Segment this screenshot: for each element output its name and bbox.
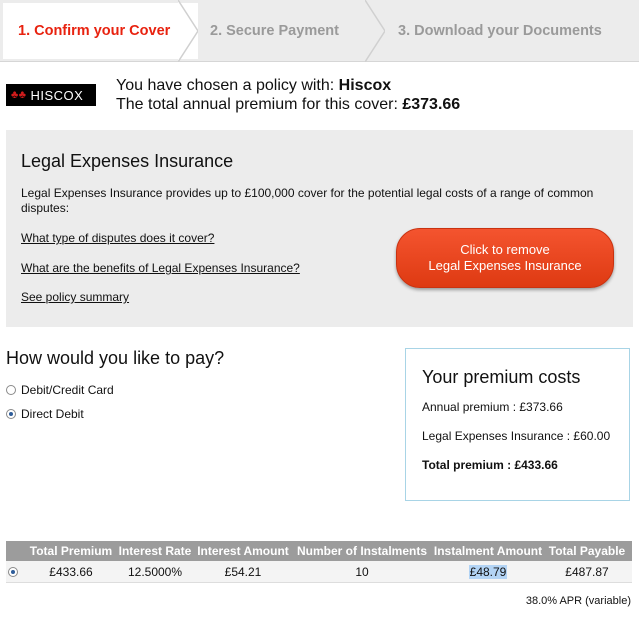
table-row[interactable]: £433.66 12.5000% £54.21 10 £48.79 £487.8… — [6, 561, 632, 583]
col-total-premium: Total Premium — [29, 544, 113, 558]
chosen-provider-line: You have chosen a policy with: Hiscox — [116, 76, 460, 95]
premium-costs-box: Your premium costs Annual premium : £373… — [405, 348, 630, 501]
legal-expenses-title: Legal Expenses Insurance — [21, 151, 234, 171]
row-select-cell[interactable] — [6, 561, 20, 582]
disputes-covered-link[interactable]: What type of disputes does it cover? — [21, 231, 214, 245]
debit-credit-card-radio[interactable] — [6, 385, 16, 395]
col-number-instalments: Number of Instalments — [296, 544, 428, 558]
remove-button-line1: Click to remove — [460, 242, 550, 257]
col-total-payable: Total Payable — [548, 544, 626, 558]
remove-button-line2: Legal Expenses Insurance — [428, 258, 582, 273]
policy-summary-link[interactable]: See policy summary — [21, 290, 129, 304]
cell-interest-amount: £54.21 — [224, 564, 262, 579]
provider-name: Hiscox — [338, 77, 392, 94]
chevron-right-icon — [178, 0, 198, 62]
premium-prefix: The total annual premium for this cover: — [116, 96, 403, 113]
cell-total-premium: £433.66 — [49, 564, 93, 579]
step-download-documents: 3. Download your Documents — [398, 0, 602, 62]
instalment-table: Total Premium Interest Rate Interest Amo… — [6, 541, 632, 583]
chevron-right-icon — [365, 0, 385, 62]
col-interest-rate: Interest Rate — [118, 544, 192, 558]
total-premium-cost: Total premium : £433.66 — [422, 458, 558, 472]
step-3-label: 3. Download your Documents — [398, 23, 602, 39]
col-instalment-amount: Instalment Amount — [433, 544, 543, 558]
direct-debit-radio[interactable] — [6, 409, 16, 419]
debit-credit-card-label: Debit/Credit Card — [21, 383, 114, 397]
annual-premium-cost: Annual premium : £373.66 — [422, 400, 563, 414]
premium-costs-title: Your premium costs — [422, 367, 581, 387]
progress-steps: 1. Confirm your Cover 2. Secure Payment … — [0, 0, 639, 62]
debit-credit-card-option[interactable]: Debit/Credit Card — [6, 383, 114, 397]
chosen-policy: You have chosen a policy with: Hiscox Th… — [116, 76, 460, 114]
step-1-label: 1. Confirm your Cover — [18, 23, 171, 39]
logo-text: HISCOX — [30, 87, 84, 103]
benefits-link[interactable]: What are the benefits of Legal Expenses … — [21, 261, 300, 275]
payment-method-title: How would you like to pay? — [6, 348, 225, 368]
hiscox-mark-icon: ♣♣ — [11, 89, 27, 101]
cell-interest-rate: 12.5000% — [127, 564, 183, 579]
table-header: Total Premium Interest Rate Interest Amo… — [6, 541, 632, 561]
remove-legal-expenses-button[interactable]: Click to remove Legal Expenses Insurance — [396, 228, 614, 288]
step-secure-payment: 2. Secure Payment — [210, 0, 339, 62]
instalment-plan-radio[interactable] — [8, 566, 18, 577]
cell-total-payable: £487.87 — [565, 564, 609, 579]
step-confirm-cover: 1. Confirm your Cover — [0, 0, 198, 59]
instalment-amount-value: £48.79 — [468, 564, 508, 579]
legal-expenses-panel: Legal Expenses Insurance Legal Expenses … — [6, 130, 633, 327]
provider-logo: ♣♣ HISCOX — [6, 84, 96, 106]
chosen-prefix: You have chosen a policy with: — [116, 77, 339, 94]
step-2-label: 2. Secure Payment — [210, 23, 339, 39]
legal-expenses-cost: Legal Expenses Insurance : £60.00 — [422, 429, 611, 443]
cell-number-instalments: 10 — [355, 564, 369, 579]
annual-premium-value: £373.66 — [402, 96, 461, 113]
direct-debit-label: Direct Debit — [21, 407, 84, 421]
annual-premium-line: The total annual premium for this cover:… — [116, 95, 460, 114]
col-interest-amount: Interest Amount — [197, 544, 289, 558]
apr-note: 38.0% APR (variable) — [525, 595, 631, 607]
cell-instalment-amount: £48.79 — [432, 561, 544, 582]
legal-expenses-description: Legal Expenses Insurance provides up to … — [21, 186, 594, 215]
direct-debit-option[interactable]: Direct Debit — [6, 407, 84, 421]
